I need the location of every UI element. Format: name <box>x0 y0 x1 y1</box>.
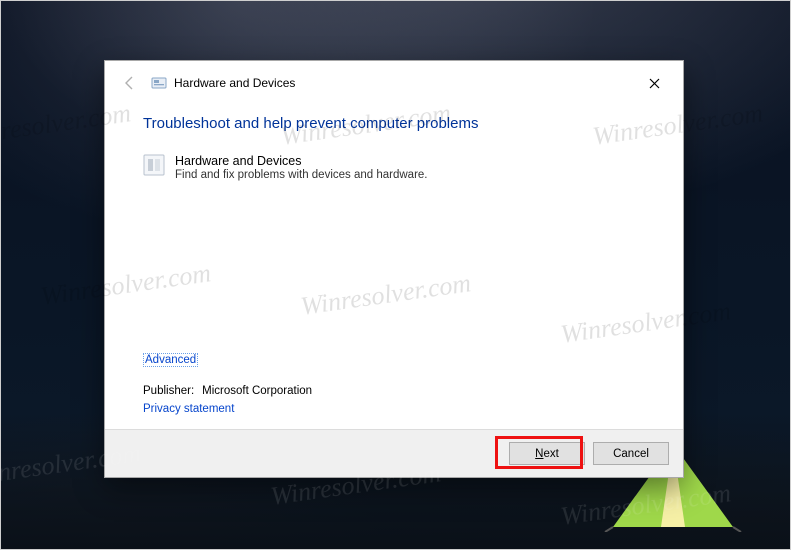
privacy-link[interactable]: Privacy statement <box>143 403 234 415</box>
next-button[interactable]: Next <box>509 442 585 465</box>
cancel-button[interactable]: Cancel <box>593 442 669 465</box>
troubleshooter-icon <box>151 75 167 91</box>
publisher-line: Publisher: Microsoft Corporation <box>143 385 312 397</box>
titlebar: Hardware and Devices <box>105 61 683 105</box>
troubleshooter-dialog: Hardware and Devices Troubleshoot and he… <box>104 60 684 478</box>
dialog-title: Hardware and Devices <box>174 76 295 90</box>
close-button[interactable] <box>632 68 677 98</box>
troubleshooter-item: Hardware and Devices Find and fix proble… <box>143 154 645 181</box>
back-button <box>119 72 141 94</box>
publisher-label: Publisher: <box>143 385 194 397</box>
dialog-footer: Next Cancel <box>105 429 683 477</box>
advanced-link[interactable]: Advanced <box>143 353 198 367</box>
dialog-content: Troubleshoot and help prevent computer p… <box>105 105 683 429</box>
publisher-value: Microsoft Corporation <box>202 385 312 397</box>
item-description: Find and fix problems with devices and h… <box>175 169 428 181</box>
hardware-icon <box>143 154 165 176</box>
desktop-background: Hardware and Devices Troubleshoot and he… <box>0 0 791 550</box>
item-title: Hardware and Devices <box>175 154 428 168</box>
page-heading: Troubleshoot and help prevent computer p… <box>143 115 645 132</box>
